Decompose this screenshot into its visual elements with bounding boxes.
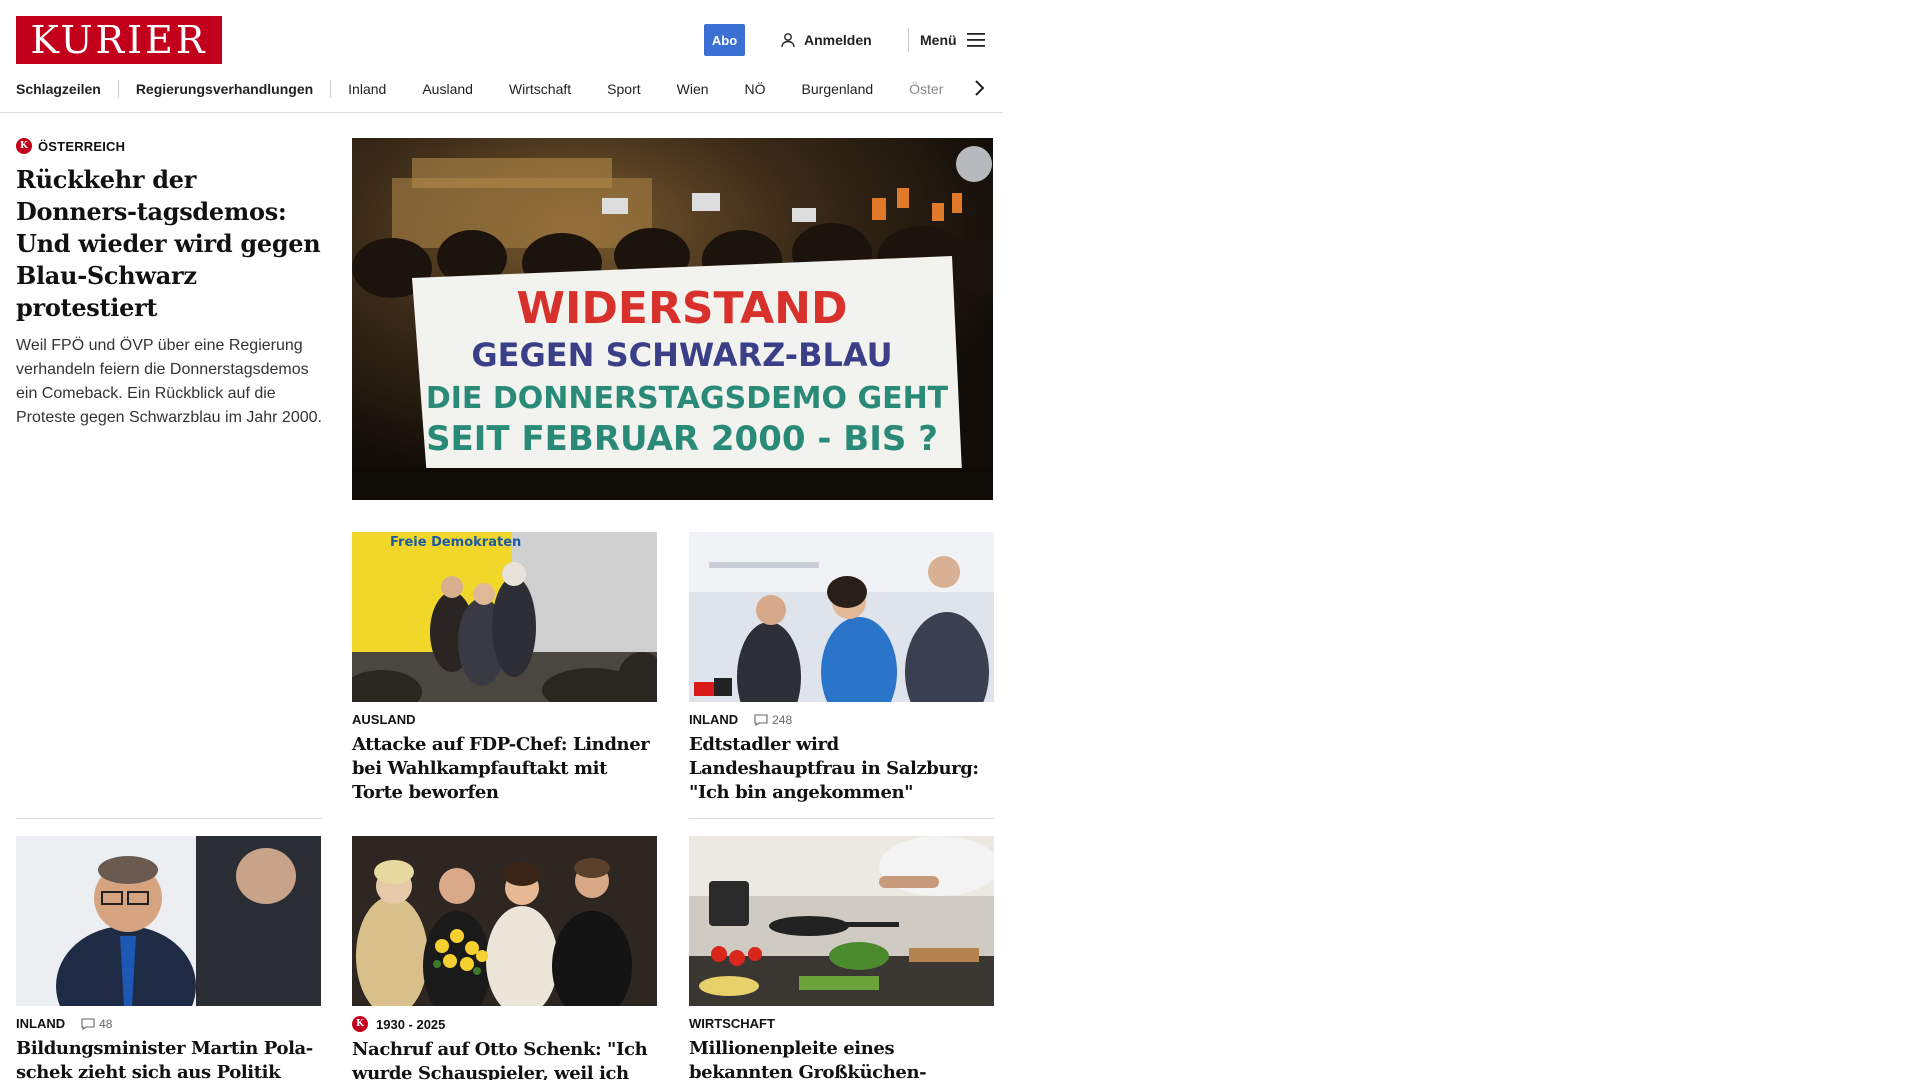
article-card[interactable]: Freie Demokraten Ausland Attacke auf FDP… [352,532,657,805]
menu-button[interactable]: Menü [920,28,985,52]
banner-text-3: DIE DONNERSTAGSDEMO GEHT [426,381,949,416]
header-divider [908,28,909,52]
comment-count-value: 248 [772,712,793,727]
article-meta: Inland 48 [16,1016,321,1031]
nav-item-wirtschaft[interactable]: Wirtschaft [509,81,607,97]
comment-count[interactable]: 48 [81,1017,112,1031]
user-icon [781,33,795,48]
article-card[interactable]: Inland 248 Edtstadler wird Landeshauptfr… [689,532,994,805]
article-card[interactable]: Wirtschaft Millionenpleite eines bekannt… [689,836,994,1080]
menu-label: Menü [920,32,957,48]
comment-count-value: 48 [99,1016,113,1031]
banner-text-4: SEIT FEBRUAR 2000 - BIS ? [426,419,938,459]
nav-item-noe[interactable]: NÖ [745,81,802,97]
nav-item-burgenland[interactable]: Burgenland [802,81,910,97]
nav-divider [117,80,119,98]
fdp-sign-text: Freie Demokraten [390,535,521,550]
nav-item-regierungsverhandlungen[interactable]: Regierungsverhandlungen [136,81,349,97]
article-kicker: Wirtschaft [689,1016,775,1031]
login-button[interactable]: Anmelden [780,28,872,52]
nav-divider [330,80,332,98]
comment-count[interactable]: 248 [754,713,792,727]
nav-item-oesterreich[interactable]: Öster [909,81,979,97]
nav-divider-line [0,112,1003,113]
lead-image[interactable]: WIDERSTAND GEGEN SCHWARZ-BLAU DIE DONNER… [352,138,993,500]
article-kicker: Ausland [352,712,416,727]
nav-item-sport[interactable]: Sport [607,81,676,97]
row-divider [16,818,322,819]
banner-text-1: WIDERSTAND [516,283,847,334]
article-headline[interactable]: Nachruf auf Otto Schenk: "Ich wurde Scha… [352,1038,657,1080]
article-meta: K 1930 - 2025 [352,1016,657,1032]
article-headline[interactable]: Attacke auf FDP-Chef: Lindner bei Wahlka… [352,733,657,805]
comment-icon [81,1017,95,1030]
article-kicker: Inland [689,712,739,727]
article-image[interactable]: Freie Demokraten [352,532,657,702]
row-divider [689,818,994,819]
article-image[interactable] [689,532,994,702]
kurier-k-icon: K [16,138,32,154]
nav-item-ausland[interactable]: Ausland [422,81,509,97]
lead-kicker: K Österreich [16,138,322,154]
abo-button[interactable]: Abo [704,24,745,56]
comment-icon [754,713,768,726]
article-kicker: 1930 - 2025 [376,1016,446,1032]
article-card[interactable]: K 1930 - 2025 Nachruf auf Otto Schenk: "… [352,836,657,1080]
hamburger-icon [966,33,985,47]
login-label: Anmelden [804,32,872,48]
article-image[interactable] [352,836,657,1006]
nav-item-wien[interactable]: Wien [677,81,745,97]
section-nav: Schlagzeilen Regierungsverhandlungen Inl… [16,74,988,104]
article-image[interactable] [16,836,321,1006]
nav-scroll-right-icon[interactable] [970,78,988,98]
lead-headline[interactable]: Rückkehr der Donners-tagsdemos: Und wied… [16,164,322,324]
lead-teaser: Weil FPÖ und ÖVP über eine Regierung ver… [16,337,322,426]
lead-kicker-label: Österreich [38,138,126,154]
article-headline[interactable]: Edtstadler wird Landeshauptfrau in Salzb… [689,733,994,805]
article-card[interactable]: Inland 48 Bildungsminister Martin Pola-s… [16,836,321,1080]
article-headline[interactable]: Millionenpleite eines bekannten Großküch… [689,1037,994,1080]
article-meta: Ausland [352,712,657,727]
banner-text-2: GEGEN SCHWARZ-BLAU [471,336,892,374]
article-headline[interactable]: Bildungsminister Martin Pola-schek zieht… [16,1037,321,1080]
nav-item-inland[interactable]: Inland [348,81,422,97]
kurier-logo[interactable]: KURIER [16,16,222,64]
article-kicker: Inland [16,1016,66,1031]
kurier-k-icon: K [352,1016,368,1032]
article-meta: Wirtschaft [689,1016,994,1031]
lead-story[interactable]: K Österreich Rückkehr der Donners-tagsde… [16,138,322,430]
article-image[interactable] [689,836,994,1006]
article-meta: Inland 248 [689,712,994,727]
